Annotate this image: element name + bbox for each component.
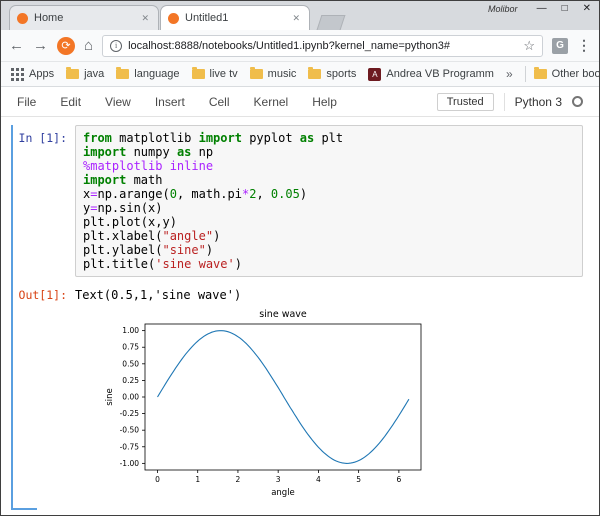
maximize-button[interactable]: □ (562, 3, 568, 14)
tab-label: Untitled1 (185, 12, 290, 24)
bookmark-folder-language[interactable]: language (116, 68, 179, 80)
svg-text:4: 4 (316, 475, 321, 484)
menu-edit[interactable]: Edit (60, 95, 81, 109)
address-bar[interactable]: i localhost:8888/notebooks/Untitled1.ipy… (102, 35, 543, 57)
bookmark-folder-sports[interactable]: sports (308, 68, 356, 80)
new-tab-button[interactable] (317, 15, 346, 30)
bookmark-star-icon[interactable]: ☆ (523, 38, 535, 54)
kernel-name: Python 3 (515, 95, 562, 109)
plot-output-row: sine wave 1.00 0.75 0.50 0.25 0.00 -0.25 -0.50 -… (13, 306, 599, 510)
apps-grid-icon (11, 68, 24, 81)
trusted-badge[interactable]: Trusted (437, 93, 494, 111)
svg-text:3: 3 (276, 475, 281, 484)
forward-button[interactable]: → (33, 38, 48, 53)
jupyter-favicon (17, 13, 28, 24)
code-editor[interactable]: from matplotlib import pyplot as pltimpo… (83, 131, 575, 271)
menu-kernel[interactable]: Kernel (254, 95, 289, 109)
plot-canvas: sine wave 1.00 0.75 0.50 0.25 0.00 -0.25 -0.50 -… (99, 306, 435, 510)
folder-icon (116, 69, 129, 79)
code-cell: In [1]: from matplotlib import pyplot as… (13, 125, 599, 277)
plot-prompt-spacer (13, 306, 75, 510)
browser-toolbar: ← → ⟳ ⌂ i localhost:8888/notebooks/Untit… (1, 30, 599, 62)
bookmark-label: sports (326, 68, 356, 80)
svg-text:-0.75: -0.75 (120, 442, 140, 451)
svg-text:1.00: 1.00 (122, 326, 139, 335)
close-button[interactable]: ✕ (583, 3, 591, 14)
next-cell-border-stub (11, 508, 37, 510)
back-button[interactable]: ← (9, 38, 24, 53)
jupyter-menubar: File Edit View Insert Cell Kernel Help T… (1, 87, 599, 117)
jupyter-favicon (168, 13, 179, 24)
bookmark-label: language (134, 68, 179, 80)
tab-label: Home (34, 12, 139, 24)
apps-label: Apps (29, 68, 54, 80)
svg-text:sine: sine (105, 388, 115, 405)
svg-text:-1.00: -1.00 (120, 459, 140, 468)
minimize-button[interactable]: — (537, 3, 547, 14)
window-controls: Molibor — □ ✕ (488, 3, 591, 14)
svg-text:0.50: 0.50 (122, 359, 139, 368)
folder-icon (308, 69, 321, 79)
menu-view[interactable]: View (105, 95, 131, 109)
bookmark-folder-music[interactable]: music (250, 68, 297, 80)
bookmarks-overflow-chevron[interactable]: » (506, 67, 513, 81)
kernel-separator (504, 93, 505, 111)
menu-cell[interactable]: Cell (209, 95, 230, 109)
notebook-area: In [1]: from matplotlib import pyplot as… (1, 117, 599, 515)
bookmark-label: java (84, 68, 104, 80)
sine-wave-plot: sine wave 1.00 0.75 0.50 0.25 0.00 -0.25 -0.50 -… (99, 306, 435, 510)
bookmark-label: live tv (210, 68, 238, 80)
bookmark-label: music (268, 68, 297, 80)
selected-cell[interactable]: In [1]: from matplotlib import pyplot as… (11, 125, 599, 510)
bookmark-andrea-vb[interactable]: A Andrea VB Programm (368, 68, 494, 81)
window-user-label: Molibor (488, 4, 518, 14)
menu-file[interactable]: File (17, 95, 36, 109)
svg-text:angle: angle (271, 488, 295, 498)
apps-shortcut[interactable]: Apps (11, 68, 54, 81)
site-info-icon[interactable]: i (110, 40, 122, 52)
svg-text:0.00: 0.00 (122, 393, 139, 402)
svg-text:sine wave: sine wave (259, 309, 307, 320)
output-text: Text(0.5,1,'sine wave') (75, 286, 241, 302)
kernel-status-icon (572, 96, 583, 107)
tab-close-icon[interactable]: ✕ (139, 11, 151, 26)
g-extension-icon[interactable]: G (552, 38, 568, 54)
svg-text:2: 2 (236, 475, 241, 484)
bookmark-folder-java[interactable]: java (66, 68, 104, 80)
folder-icon (66, 69, 79, 79)
svg-text:1: 1 (195, 475, 200, 484)
svg-text:0: 0 (155, 475, 160, 484)
tab-home[interactable]: Home ✕ (9, 5, 159, 30)
code-input-area[interactable]: from matplotlib import pyplot as pltimpo… (75, 125, 583, 277)
svg-text:-0.50: -0.50 (120, 426, 140, 435)
output-prompt: Out[1]: (13, 286, 75, 302)
svg-text:0.25: 0.25 (122, 376, 139, 385)
input-prompt: In [1]: (13, 125, 75, 277)
folder-icon (250, 69, 263, 79)
other-bookmarks-label: Other bookmarks (552, 68, 600, 80)
refresh-button[interactable]: ⟳ (57, 37, 75, 55)
svg-text:6: 6 (396, 475, 401, 484)
tab-close-icon[interactable]: ✕ (290, 11, 302, 26)
url-text[interactable]: localhost:8888/notebooks/Untitled1.ipynb… (128, 40, 517, 52)
folder-icon (192, 69, 205, 79)
tab-strip: Home ✕ Untitled1 ✕ Molibor — □ ✕ (1, 1, 599, 30)
browser-window: Home ✕ Untitled1 ✕ Molibor — □ ✕ ← → ⟳ ⌂… (0, 0, 600, 516)
menu-insert[interactable]: Insert (155, 95, 185, 109)
browser-menu-button[interactable]: ⋮ (577, 37, 591, 54)
other-bookmarks-button[interactable]: Other bookmarks (534, 68, 600, 80)
menu-help[interactable]: Help (312, 95, 337, 109)
bookmarks-bar: Apps java language live tv music sports … (1, 62, 599, 87)
andrea-vb-favicon: A (368, 68, 381, 81)
folder-icon (534, 69, 547, 79)
output-cell: Out[1]: Text(0.5,1,'sine wave') (13, 286, 599, 302)
bookmark-label: Andrea VB Programm (386, 68, 494, 80)
home-button[interactable]: ⌂ (84, 38, 93, 53)
bookmarks-divider (525, 66, 526, 82)
tab-untitled1[interactable]: Untitled1 ✕ (160, 5, 310, 30)
svg-text:5: 5 (356, 475, 361, 484)
bookmark-folder-live-tv[interactable]: live tv (192, 68, 238, 80)
svg-text:-0.25: -0.25 (120, 409, 140, 418)
svg-text:0.75: 0.75 (122, 343, 139, 352)
